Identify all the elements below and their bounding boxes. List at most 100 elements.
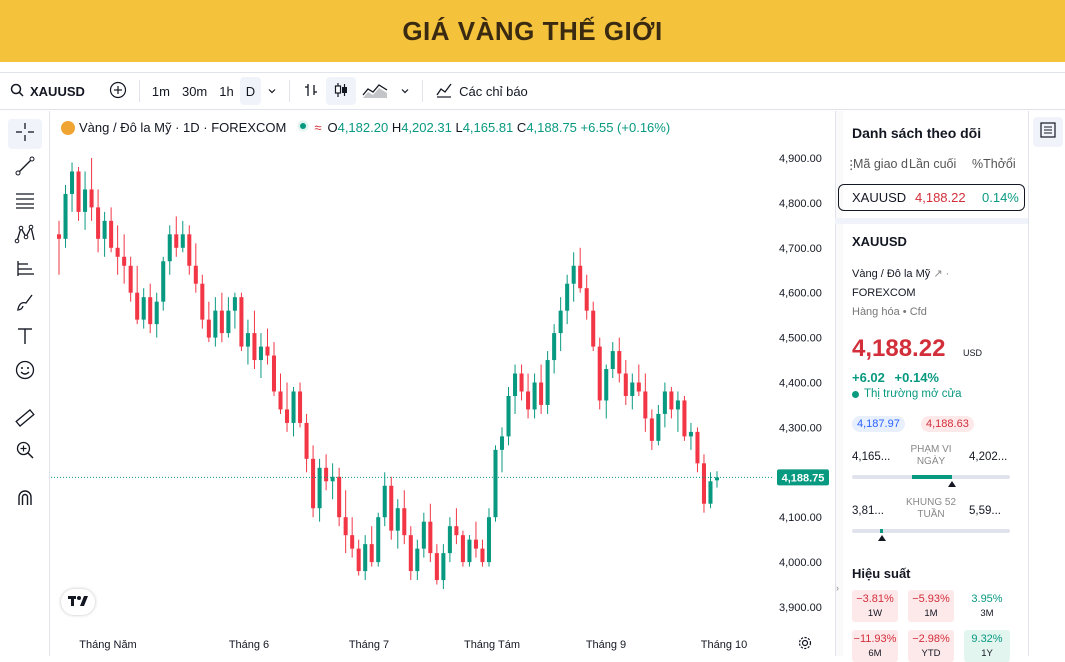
watchlist-toggle-button[interactable] <box>1033 117 1063 147</box>
candle <box>597 337 602 410</box>
candle-body <box>304 422 309 459</box>
candle-body <box>480 548 485 563</box>
forecast-tool[interactable] <box>8 255 42 285</box>
external-link-icon[interactable]: ↗ · <box>933 268 949 280</box>
candle-body <box>630 382 635 396</box>
crosshair-tool[interactable] <box>8 119 42 149</box>
fib-tool[interactable] <box>8 187 42 217</box>
ohlc-bars-icon <box>302 81 320 102</box>
text-tool[interactable] <box>8 323 42 353</box>
candle-body <box>649 418 654 441</box>
detail-exchange[interactable]: FOREXCOM <box>852 287 916 299</box>
candle <box>532 373 537 419</box>
candle-body <box>499 436 505 450</box>
candlestick-chart[interactable]: 4,900.00 4,800.00 4,700.00 4,600.00 4,500.00… <box>51 111 835 656</box>
candle-body <box>258 346 263 361</box>
interval-dropdown[interactable] <box>261 77 283 105</box>
perf-1w[interactable]: −3.81% 1W <box>852 590 898 622</box>
perf-period: 6M <box>868 648 882 659</box>
perf-6m[interactable]: −11.93% 6M <box>852 630 898 662</box>
candle-body <box>356 548 361 572</box>
candle <box>200 274 205 329</box>
icon-tool[interactable] <box>8 357 42 387</box>
candle-body <box>701 463 706 504</box>
candle-body <box>226 310 231 334</box>
text-icon <box>14 325 36 352</box>
pattern-tool[interactable] <box>8 221 42 251</box>
area-style-button[interactable] <box>356 77 394 105</box>
close-label: C <box>516 120 527 135</box>
day-range-marker <box>947 481 956 487</box>
col-last-header[interactable]: Lần cuối <box>909 157 956 171</box>
candle <box>558 297 563 352</box>
price-chart[interactable]: 4,900.00 4,800.00 4,700.00 4,600.00 4,500.00… <box>51 111 835 656</box>
chart-settings-button[interactable] <box>798 636 812 655</box>
indicators-button[interactable]: Các chỉ báo <box>429 77 534 105</box>
symbol-search[interactable]: XAUUSD <box>0 83 95 100</box>
candle <box>258 333 263 379</box>
perf-ytd[interactable]: −2.98% YTD <box>908 630 954 662</box>
candle <box>415 539 420 581</box>
candle <box>701 454 706 513</box>
candle <box>154 292 159 338</box>
legend-title[interactable]: Vàng / Đô la Mỹ · 1D · FOREXCOM <box>79 120 286 135</box>
detail-name[interactable]: Vàng / Đô la Mỹ <box>852 268 930 280</box>
candle-body <box>545 360 550 405</box>
candle-body <box>682 400 687 437</box>
detail-change-pct: +0.14% <box>894 370 939 385</box>
candle <box>356 539 361 576</box>
magnet-tool[interactable] <box>8 485 42 515</box>
candle-body <box>519 373 524 392</box>
candle <box>167 225 172 275</box>
perf-period: YTD <box>921 648 941 659</box>
interval-d[interactable]: D <box>239 77 262 105</box>
compare-symbol-button[interactable] <box>103 77 133 105</box>
week52-high: 5,59... <box>969 505 1001 517</box>
x-tick-label: Tháng 10 <box>701 639 747 651</box>
approx-icon: ≈ <box>314 120 322 135</box>
chart-style-dropdown[interactable] <box>394 77 416 105</box>
candle-body <box>389 485 394 531</box>
divider <box>289 80 291 102</box>
candle <box>526 373 531 419</box>
candle <box>571 252 576 302</box>
candle <box>109 207 114 253</box>
bars-style-button[interactable] <box>296 77 326 105</box>
candle <box>669 386 674 419</box>
candle-body <box>174 234 179 248</box>
candle <box>675 391 680 432</box>
indicators-label: Các chỉ báo <box>459 83 528 99</box>
candles-style-button[interactable] <box>326 77 357 105</box>
detail-symbol[interactable]: XAUUSD <box>852 234 907 249</box>
col-symbol-header[interactable]: Mã giao d <box>853 157 911 171</box>
pattern-icon <box>14 223 36 250</box>
area-chart-icon <box>362 81 388 102</box>
perf-1m[interactable]: −5.93% 1M <box>908 590 954 622</box>
candle <box>389 476 394 540</box>
trend-line-tool[interactable] <box>8 153 42 183</box>
perf-value: 3.95% <box>971 593 1003 605</box>
candle-body <box>213 310 218 338</box>
smiley-icon <box>14 359 36 386</box>
week52-range-bar <box>852 529 1010 541</box>
candle-body <box>337 476 342 518</box>
interval-1m[interactable]: 1m <box>146 77 176 105</box>
y-tick-label: 4,600.00 <box>779 288 822 300</box>
zoom-in-icon <box>14 439 36 466</box>
perf-3m[interactable]: 3.95% 3M <box>964 590 1010 622</box>
zoom-tool[interactable] <box>8 437 42 467</box>
interval-1h[interactable]: 1h <box>213 77 239 105</box>
magnet-icon <box>14 487 36 514</box>
detail-name-row: Vàng / Đô la Mỹ ↗ · <box>852 267 949 280</box>
interval-30m[interactable]: 30m <box>176 77 213 105</box>
watchlist-row[interactable]: XAUUSD 4,188.22 0.14% <box>838 184 1025 211</box>
perf-1y[interactable]: 9.32% 1Y <box>964 630 1010 662</box>
ruler-tool[interactable] <box>8 405 42 435</box>
candle-body <box>636 382 641 392</box>
brush-tool[interactable] <box>8 289 42 319</box>
tradingview-logo[interactable] <box>61 589 95 615</box>
candle <box>239 292 244 352</box>
candle <box>232 292 237 329</box>
col-change-header[interactable]: %Thởổi <box>972 157 1016 171</box>
detail-type: Cfd <box>909 306 927 318</box>
